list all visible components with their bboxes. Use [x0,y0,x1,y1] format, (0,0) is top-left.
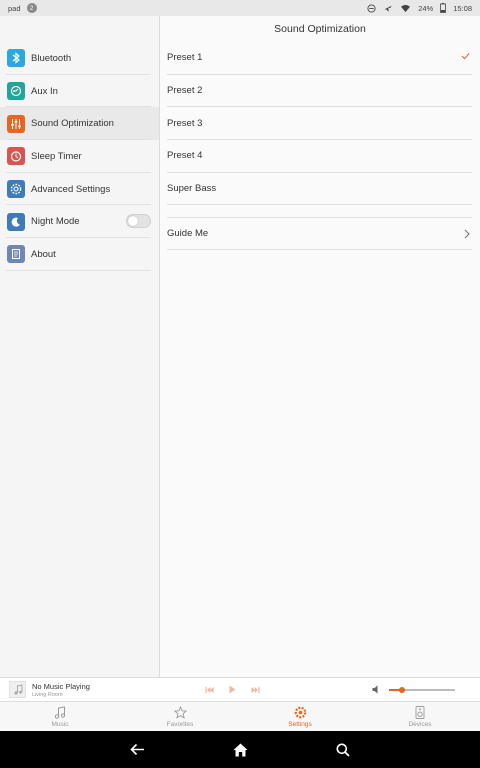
toggle-knob [128,216,138,227]
tab-settings[interactable]: Settings [240,702,360,731]
sidebar-item-label: Aux In [31,85,58,97]
sidebar-item-label: Bluetooth [31,52,72,64]
sidebar-item-about[interactable]: About [0,238,159,271]
sidebar-item-label: Advanced Settings [31,183,111,195]
chevron-right-icon [464,230,470,239]
tab-music[interactable]: Music [0,702,120,731]
tab-label: Devices [408,720,432,728]
preset-list: Preset 1 Preset 2 Preset 3 Preset 4 Supe… [160,42,480,251]
back-arrow-icon[interactable] [130,743,145,756]
volume-control[interactable] [372,685,456,695]
speaker-icon [415,705,425,719]
home-icon[interactable] [233,743,248,757]
sidebar-item-label: Night Mode [31,216,80,228]
airplane-icon [384,5,392,11]
bottom-tab-bar: Music Favorites Settings Devices [0,701,480,731]
speaker-volume-icon [372,685,378,694]
clock: 15:08 [453,3,472,13]
sidebar-item-label: About [31,248,56,260]
preset-item-3[interactable]: Preset 3 [167,107,472,141]
status-bar: pad 2 24% 15:08 [0,0,480,16]
document-icon [7,245,25,264]
timer-icon [7,147,25,166]
guide-me-item[interactable]: Guide Me [167,217,472,251]
next-icon[interactable] [251,686,260,694]
do-not-disturb-icon [367,3,376,13]
sidebar-item-advanced-settings[interactable]: Advanced Settings [0,173,159,206]
sound-optimization-panel: Sound Optimization Preset 1 Preset 2 Pre… [160,16,480,677]
album-art [9,681,26,698]
sidebar-item-night-mode: Night Mode [0,205,159,238]
volume-slider-handle[interactable] [399,686,406,693]
bluetooth-icon [7,49,25,68]
previous-icon[interactable] [205,686,214,694]
guide-me-label: Guide Me [167,228,209,240]
tab-favorites[interactable]: Favorites [120,702,240,731]
music-note-icon [13,684,22,695]
system-navigation-bar [0,731,480,768]
preset-label: Preset 2 [167,85,203,97]
tab-label: Settings [288,720,312,728]
sidebar-item-aux-in[interactable]: Aux In [0,75,159,108]
page-title: Sound Optimization [274,23,366,35]
music-note-icon [54,705,66,719]
sidebar-item-label: Sleep Timer [31,150,82,162]
track-title: No Music Playing [32,681,90,691]
track-room: Living Room [32,691,63,698]
search-icon[interactable] [336,743,350,757]
preset-label: Preset 3 [167,117,203,129]
moon-icon [7,212,25,231]
preset-label: Super Bass [167,183,217,195]
sidebar-item-bluetooth[interactable]: Bluetooth [0,42,159,75]
preset-item-2[interactable]: Preset 2 [167,75,472,108]
checkmark-icon [461,52,470,60]
tab-label: Favorites [166,720,194,728]
mini-player[interactable]: No Music Playing Living Room [0,677,480,701]
tab-devices[interactable]: Devices [360,702,480,731]
preset-item-super-bass[interactable]: Super Bass [167,173,472,206]
preset-item-1[interactable]: Preset 1 [167,42,472,75]
tab-label: Music [51,720,69,728]
night-mode-toggle[interactable] [126,214,151,229]
notification-badge: 2 [26,3,37,13]
settings-sidebar: Bluetooth Aux In Sound Optimization Slee… [0,16,160,677]
sidebar-item-label: Sound Optimization [31,118,114,130]
gear-icon [7,180,25,199]
wifi-icon [401,4,411,12]
preset-label: Preset 4 [167,150,203,162]
equalizer-icon [7,114,25,133]
star-icon [173,705,187,719]
preset-item-4[interactable]: Preset 4 [167,140,472,173]
play-icon[interactable] [229,685,236,694]
sidebar-item-sleep-timer[interactable]: Sleep Timer [0,140,159,173]
preset-label: Preset 1 [167,52,203,64]
carrier-label: pad [8,3,21,13]
battery-percent: 24% [418,3,434,13]
aux-in-icon [7,82,25,101]
battery-icon [440,3,447,13]
sidebar-item-sound-optimization[interactable]: Sound Optimization [0,107,159,141]
settings-gear-icon [294,706,306,718]
